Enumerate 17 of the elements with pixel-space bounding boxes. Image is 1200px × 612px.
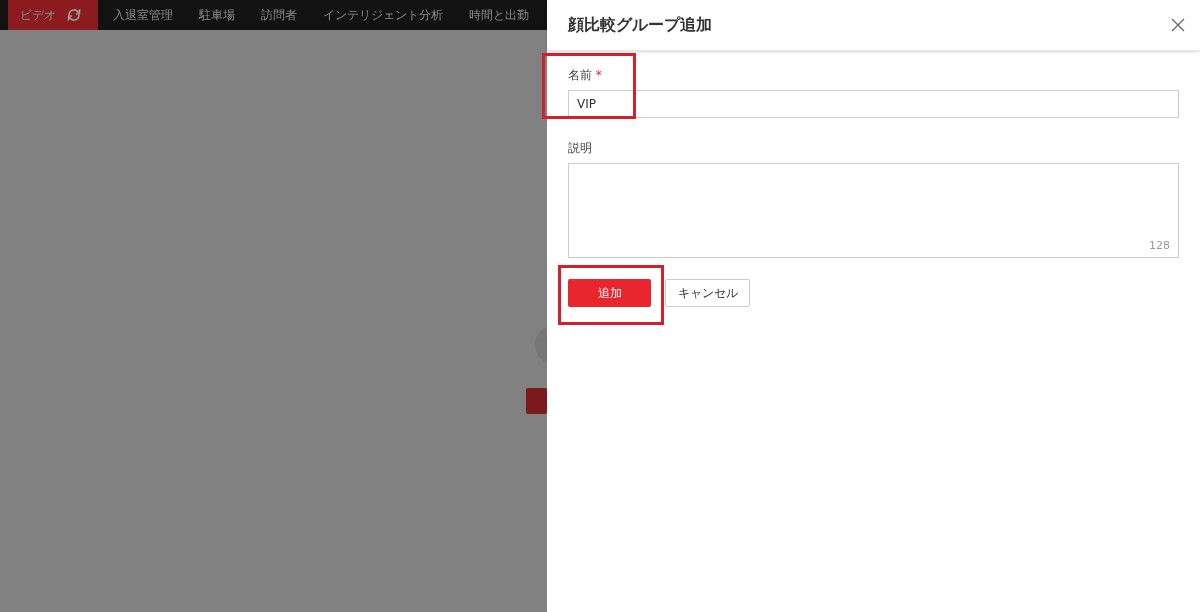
refresh-icon[interactable] — [66, 7, 82, 23]
drawer-title: 顔比較グループ追加 — [568, 14, 712, 36]
close-icon[interactable] — [1170, 17, 1186, 33]
nav-tab[interactable]: 時間と出勤 — [456, 0, 542, 30]
button-fragment — [526, 388, 547, 414]
nav-tab[interactable]: 訪問者 — [248, 0, 310, 30]
add-button[interactable]: 追加 — [568, 279, 651, 307]
description-textarea[interactable]: 128 — [568, 163, 1179, 258]
nav-tab[interactable]: 入退室管理 — [100, 0, 186, 30]
cancel-button[interactable]: キャンセル — [665, 279, 750, 307]
field-label: 名前 * — [568, 67, 603, 84]
required-mark: * — [595, 68, 602, 82]
nav-tab[interactable]: インテリジェント分析 — [310, 0, 456, 30]
field-label: 説明 — [568, 140, 593, 157]
name-input[interactable]: VIP — [568, 90, 1179, 118]
char-counter: 128 — [1149, 239, 1170, 252]
nav-tab[interactable]: 駐車場 — [186, 0, 248, 30]
